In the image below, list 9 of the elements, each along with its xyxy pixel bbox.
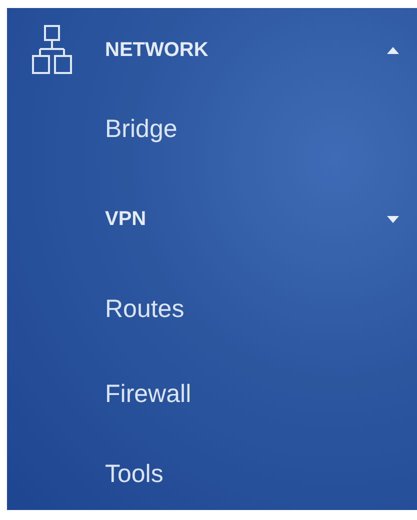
caret-icon: [387, 216, 399, 222]
menu-item[interactable]: Bridge: [7, 84, 417, 174]
menu-item[interactable]: Routes: [7, 264, 417, 354]
caret-icon: [387, 46, 399, 54]
menu-header[interactable]: NETWORK: [7, 16, 417, 84]
menu-item[interactable]: Firewall: [7, 354, 417, 434]
menu-item[interactable]: Tools: [7, 434, 417, 510]
network-icon: [32, 25, 72, 75]
menu-group[interactable]: VPN: [7, 174, 417, 264]
